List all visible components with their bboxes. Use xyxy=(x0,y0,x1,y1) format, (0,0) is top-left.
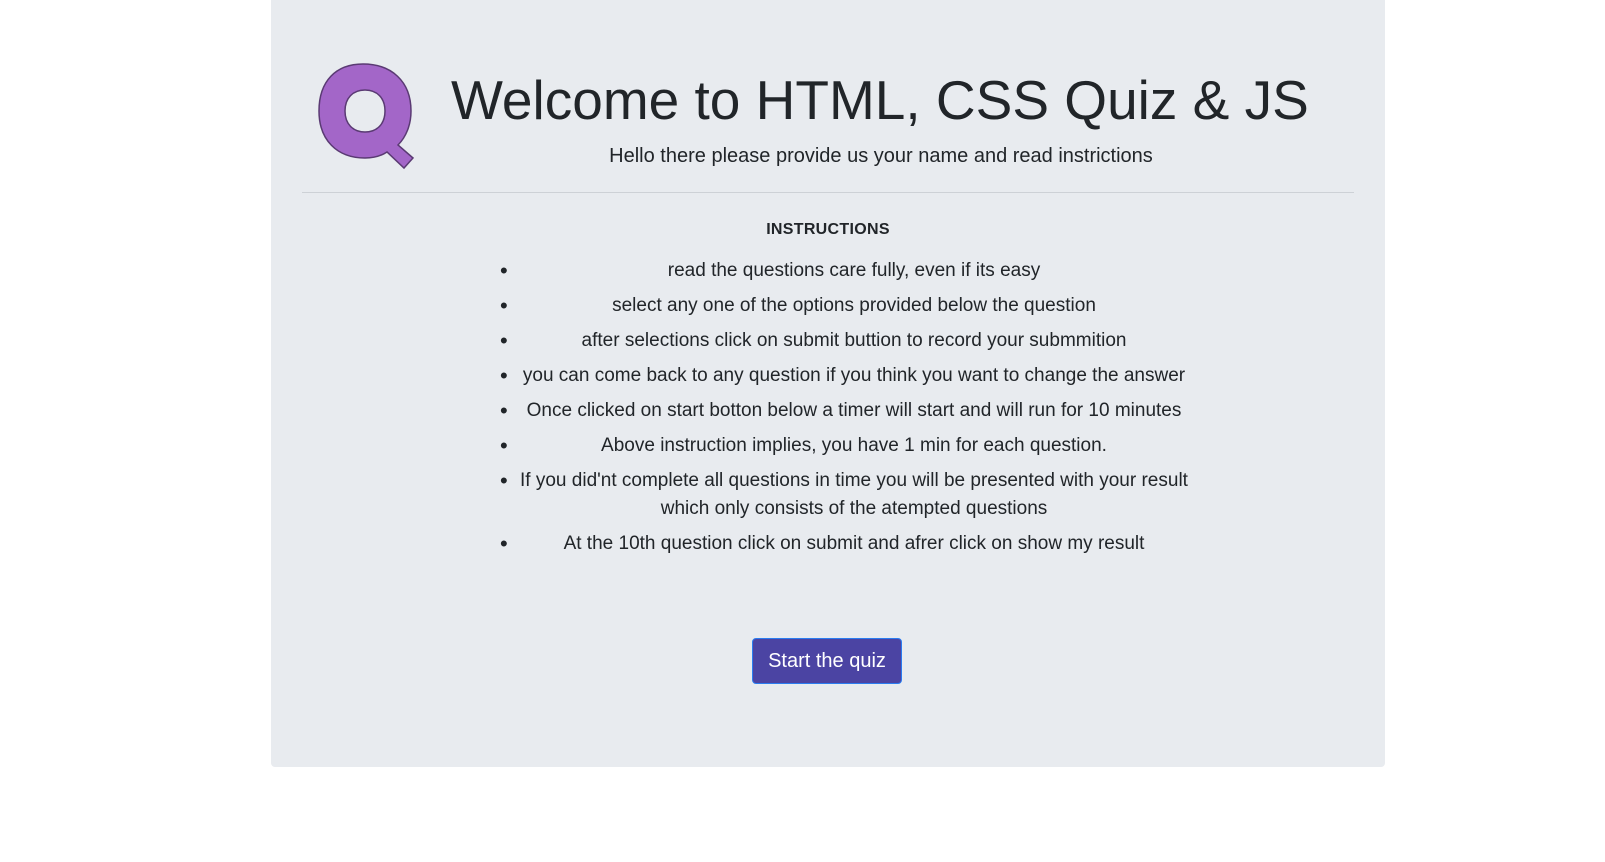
bullet-icon: • xyxy=(500,293,508,318)
list-item: • If you did'nt complete all questions in… xyxy=(500,468,1188,519)
quiz-logo-icon xyxy=(318,63,415,170)
instructions-list: • read the questions care fully, even if … xyxy=(500,257,1204,565)
bullet-icon: • xyxy=(500,258,508,283)
start-quiz-button[interactable]: Start the quiz xyxy=(752,638,902,684)
bullet-icon: • xyxy=(500,363,508,388)
bullet-icon: • xyxy=(500,433,508,458)
list-item: • select any one of the options provided … xyxy=(500,293,1096,318)
instructions-heading: INSTRUCTIONS xyxy=(766,221,890,238)
page-title: Welcome to HTML, CSS Quiz & JS xyxy=(451,69,1309,131)
list-item: • Once clicked on start botton below a ti… xyxy=(500,398,1182,423)
page-subtitle: Hello there please provide us your name … xyxy=(609,145,1153,167)
header-divider xyxy=(302,192,1354,193)
list-item: • At the 10th question click on submit an… xyxy=(500,531,1145,556)
list-item: • Above instruction implies, you have 1 m… xyxy=(500,433,1107,458)
bullet-icon: • xyxy=(500,468,508,493)
bullet-icon: • xyxy=(500,531,508,556)
list-item: • read the questions care fully, even if … xyxy=(500,258,1041,283)
list-item: • after selections click on submit buttio… xyxy=(500,328,1127,353)
bullet-icon: • xyxy=(500,328,508,353)
welcome-card: Welcome to HTML, CSS Quiz & JS Hello the… xyxy=(271,0,1385,767)
list-item: • you can come back to any question if yo… xyxy=(500,363,1186,388)
bullet-icon: • xyxy=(500,398,508,423)
